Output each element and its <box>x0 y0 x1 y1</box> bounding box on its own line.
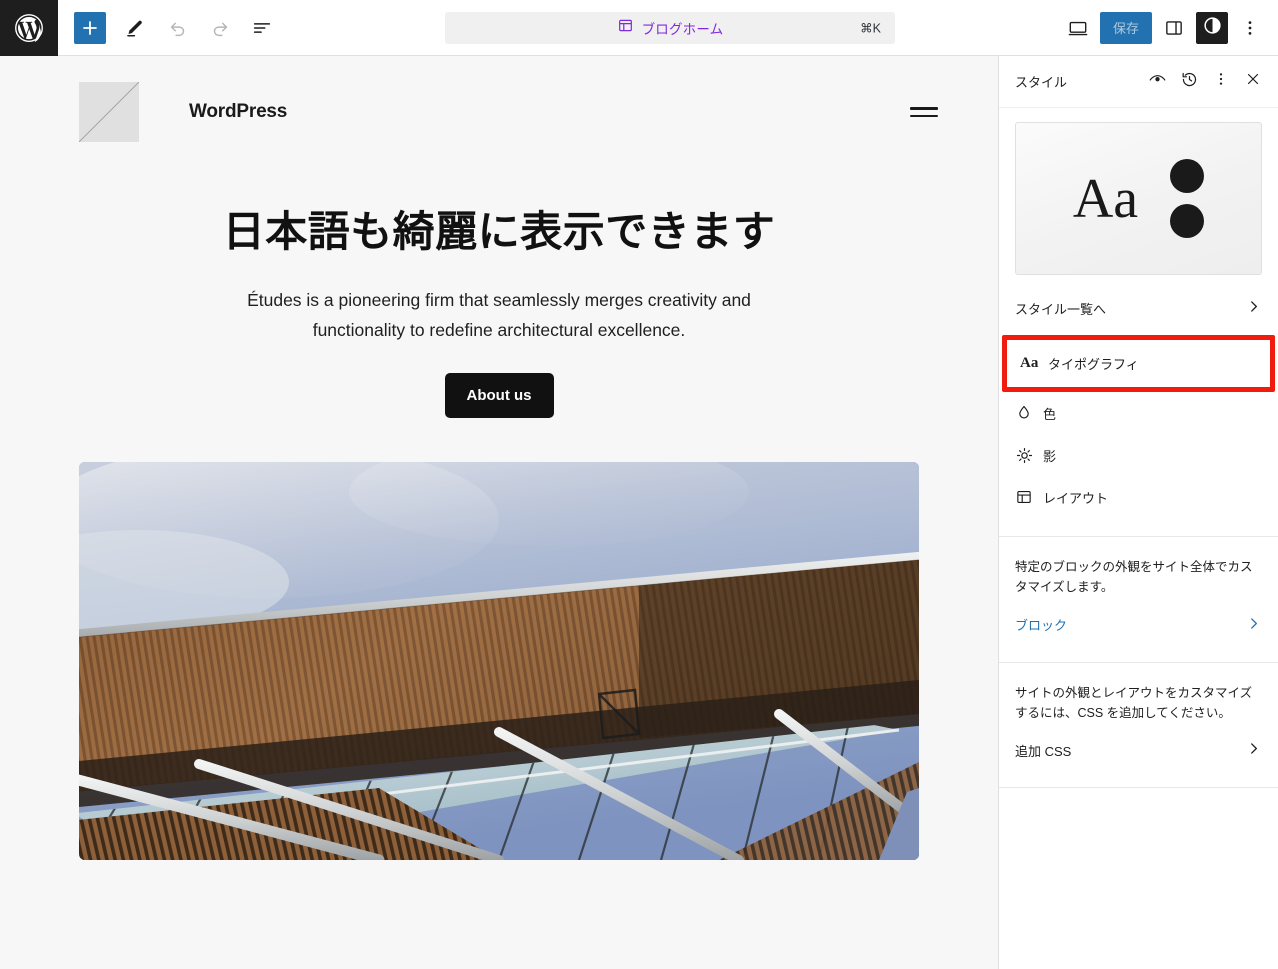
redo-button[interactable] <box>204 12 236 44</box>
plus-icon <box>79 17 101 39</box>
browse-styles-label: スタイル一覧へ <box>1015 301 1107 317</box>
sidebar-item-typography[interactable]: Aa タイポグラフィ <box>1007 340 1270 387</box>
color-dot <box>1170 204 1205 238</box>
vertical-dots-icon <box>1240 18 1260 38</box>
more-options-button[interactable] <box>1234 12 1266 44</box>
pencil-icon <box>123 17 145 39</box>
toolbar-left-group <box>58 11 278 44</box>
undo-button[interactable] <box>162 12 194 44</box>
settings-sidebar-toggle[interactable] <box>1158 12 1190 44</box>
vertical-dots-icon <box>1212 70 1230 93</box>
divider <box>999 787 1278 788</box>
editor-canvas[interactable]: WordPress 日本語も綺麗に表示できます Études is a pion… <box>0 56 998 969</box>
editor-toolbar: ブログホーム ⌘K 保存 <box>0 0 1278 56</box>
typography-icon: Aa <box>1020 355 1039 371</box>
site-title[interactable]: WordPress <box>189 101 287 123</box>
styles-panel-title: スタイル <box>1015 75 1068 90</box>
revision-history-icon <box>1180 70 1199 94</box>
undo-arrow-icon <box>167 17 189 39</box>
blocks-description: 特定のブロックの外観をサイト全体でカスタマイズします。 <box>1015 560 1253 595</box>
sidebar-item-layout[interactable]: レイアウト <box>999 476 1278 518</box>
styles-sidebar-toggle[interactable] <box>1196 11 1228 44</box>
command-bar-shortcut: ⌘K <box>860 21 881 35</box>
blocks-section: 特定のブロックの外観をサイト全体でカスタマイズします。 ブロック <box>999 537 1278 662</box>
style-preview-color-dots <box>1170 159 1205 238</box>
command-bar-label: ブログホーム <box>641 21 724 37</box>
browse-styles-row[interactable]: スタイル一覧へ <box>999 287 1278 329</box>
additional-css-label: 追加 CSS <box>1015 743 1072 759</box>
list-view-icon <box>251 17 273 39</box>
hero-heading[interactable]: 日本語も綺麗に表示できます <box>100 206 898 259</box>
hamburger-line <box>910 114 938 117</box>
site-header-block[interactable]: WordPress <box>0 56 998 146</box>
styles-header-actions <box>1142 67 1268 97</box>
architecture-photo <box>79 461 919 860</box>
template-icon <box>617 17 634 39</box>
chevron-right-icon <box>1245 740 1262 760</box>
styles-more-menu-button[interactable] <box>1206 67 1236 97</box>
edit-tool-button[interactable] <box>118 12 150 44</box>
additional-css-link-row[interactable]: 追加 CSS <box>1015 731 1262 769</box>
sidebar-panel-icon <box>1163 17 1185 39</box>
additional-css-section: サイトの外観とレイアウトをカスタマイズするには、CSS を追加してください。 追… <box>999 663 1278 788</box>
additional-css-description: サイトの外観とレイアウトをカスタマイズするには、CSS を追加してください。 <box>1015 685 1253 720</box>
style-book-button[interactable] <box>1142 67 1172 97</box>
color-label: 色 <box>1043 406 1057 422</box>
sidebar-item-color[interactable]: 色 <box>999 392 1278 434</box>
hero-paragraph[interactable]: Études is a pioneering firm that seamles… <box>234 285 764 345</box>
site-logo-placeholder[interactable] <box>79 82 139 142</box>
add-block-button[interactable] <box>74 11 106 44</box>
shadow-label: 影 <box>1043 448 1057 464</box>
shadow-sun-icon <box>1015 446 1039 465</box>
contrast-styles-icon <box>1202 15 1223 41</box>
desktop-icon <box>1067 17 1089 39</box>
hero-section: 日本語も綺麗に表示できます Études is a pioneering fir… <box>0 146 998 418</box>
color-droplet-icon <box>1015 404 1039 422</box>
save-button[interactable]: 保存 <box>1099 11 1152 44</box>
command-bar[interactable]: ブログホーム ⌘K <box>444 11 895 44</box>
wordpress-logo-button[interactable] <box>0 0 58 56</box>
color-dot <box>1170 159 1205 193</box>
toolbar-right-group: 保存 <box>1062 11 1278 44</box>
hamburger-line <box>910 107 938 110</box>
typography-label: タイポグラフィ <box>1048 357 1139 372</box>
close-icon <box>1244 70 1262 93</box>
navigation-menu-icon[interactable] <box>910 107 938 117</box>
style-preview-card[interactable]: Aa <box>1015 122 1262 275</box>
hero-architecture-image[interactable] <box>79 461 919 860</box>
style-preview-sample-text: Aa <box>1072 167 1139 230</box>
typography-row-highlight: Aa タイポグラフィ <box>1002 335 1275 392</box>
styles-sidebar: スタイル Aa スタイル一覧へ Aa タイポグラフィ 色 影 レイアウト 特定の… <box>998 56 1278 969</box>
chevron-right-icon <box>1245 615 1262 635</box>
about-us-button[interactable]: About us <box>444 372 554 418</box>
toolbar-center-group: ブログホーム ⌘K <box>278 11 1062 44</box>
layout-label: レイアウト <box>1043 490 1109 506</box>
sidebar-item-shadow[interactable]: 影 <box>999 434 1278 476</box>
wordpress-logo-icon <box>14 13 44 43</box>
chevron-right-icon <box>1245 298 1262 318</box>
blocks-link-label: ブロック <box>1015 618 1068 633</box>
document-overview-button[interactable] <box>246 12 278 44</box>
styles-sidebar-header: スタイル <box>999 56 1278 108</box>
view-device-button[interactable] <box>1062 12 1094 44</box>
revisions-button[interactable] <box>1174 67 1204 97</box>
layout-icon <box>1015 488 1039 506</box>
redo-arrow-icon <box>209 17 231 39</box>
close-sidebar-button[interactable] <box>1238 67 1268 97</box>
blocks-link-row[interactable]: ブロック <box>1015 606 1262 644</box>
eye-icon <box>1148 70 1167 94</box>
